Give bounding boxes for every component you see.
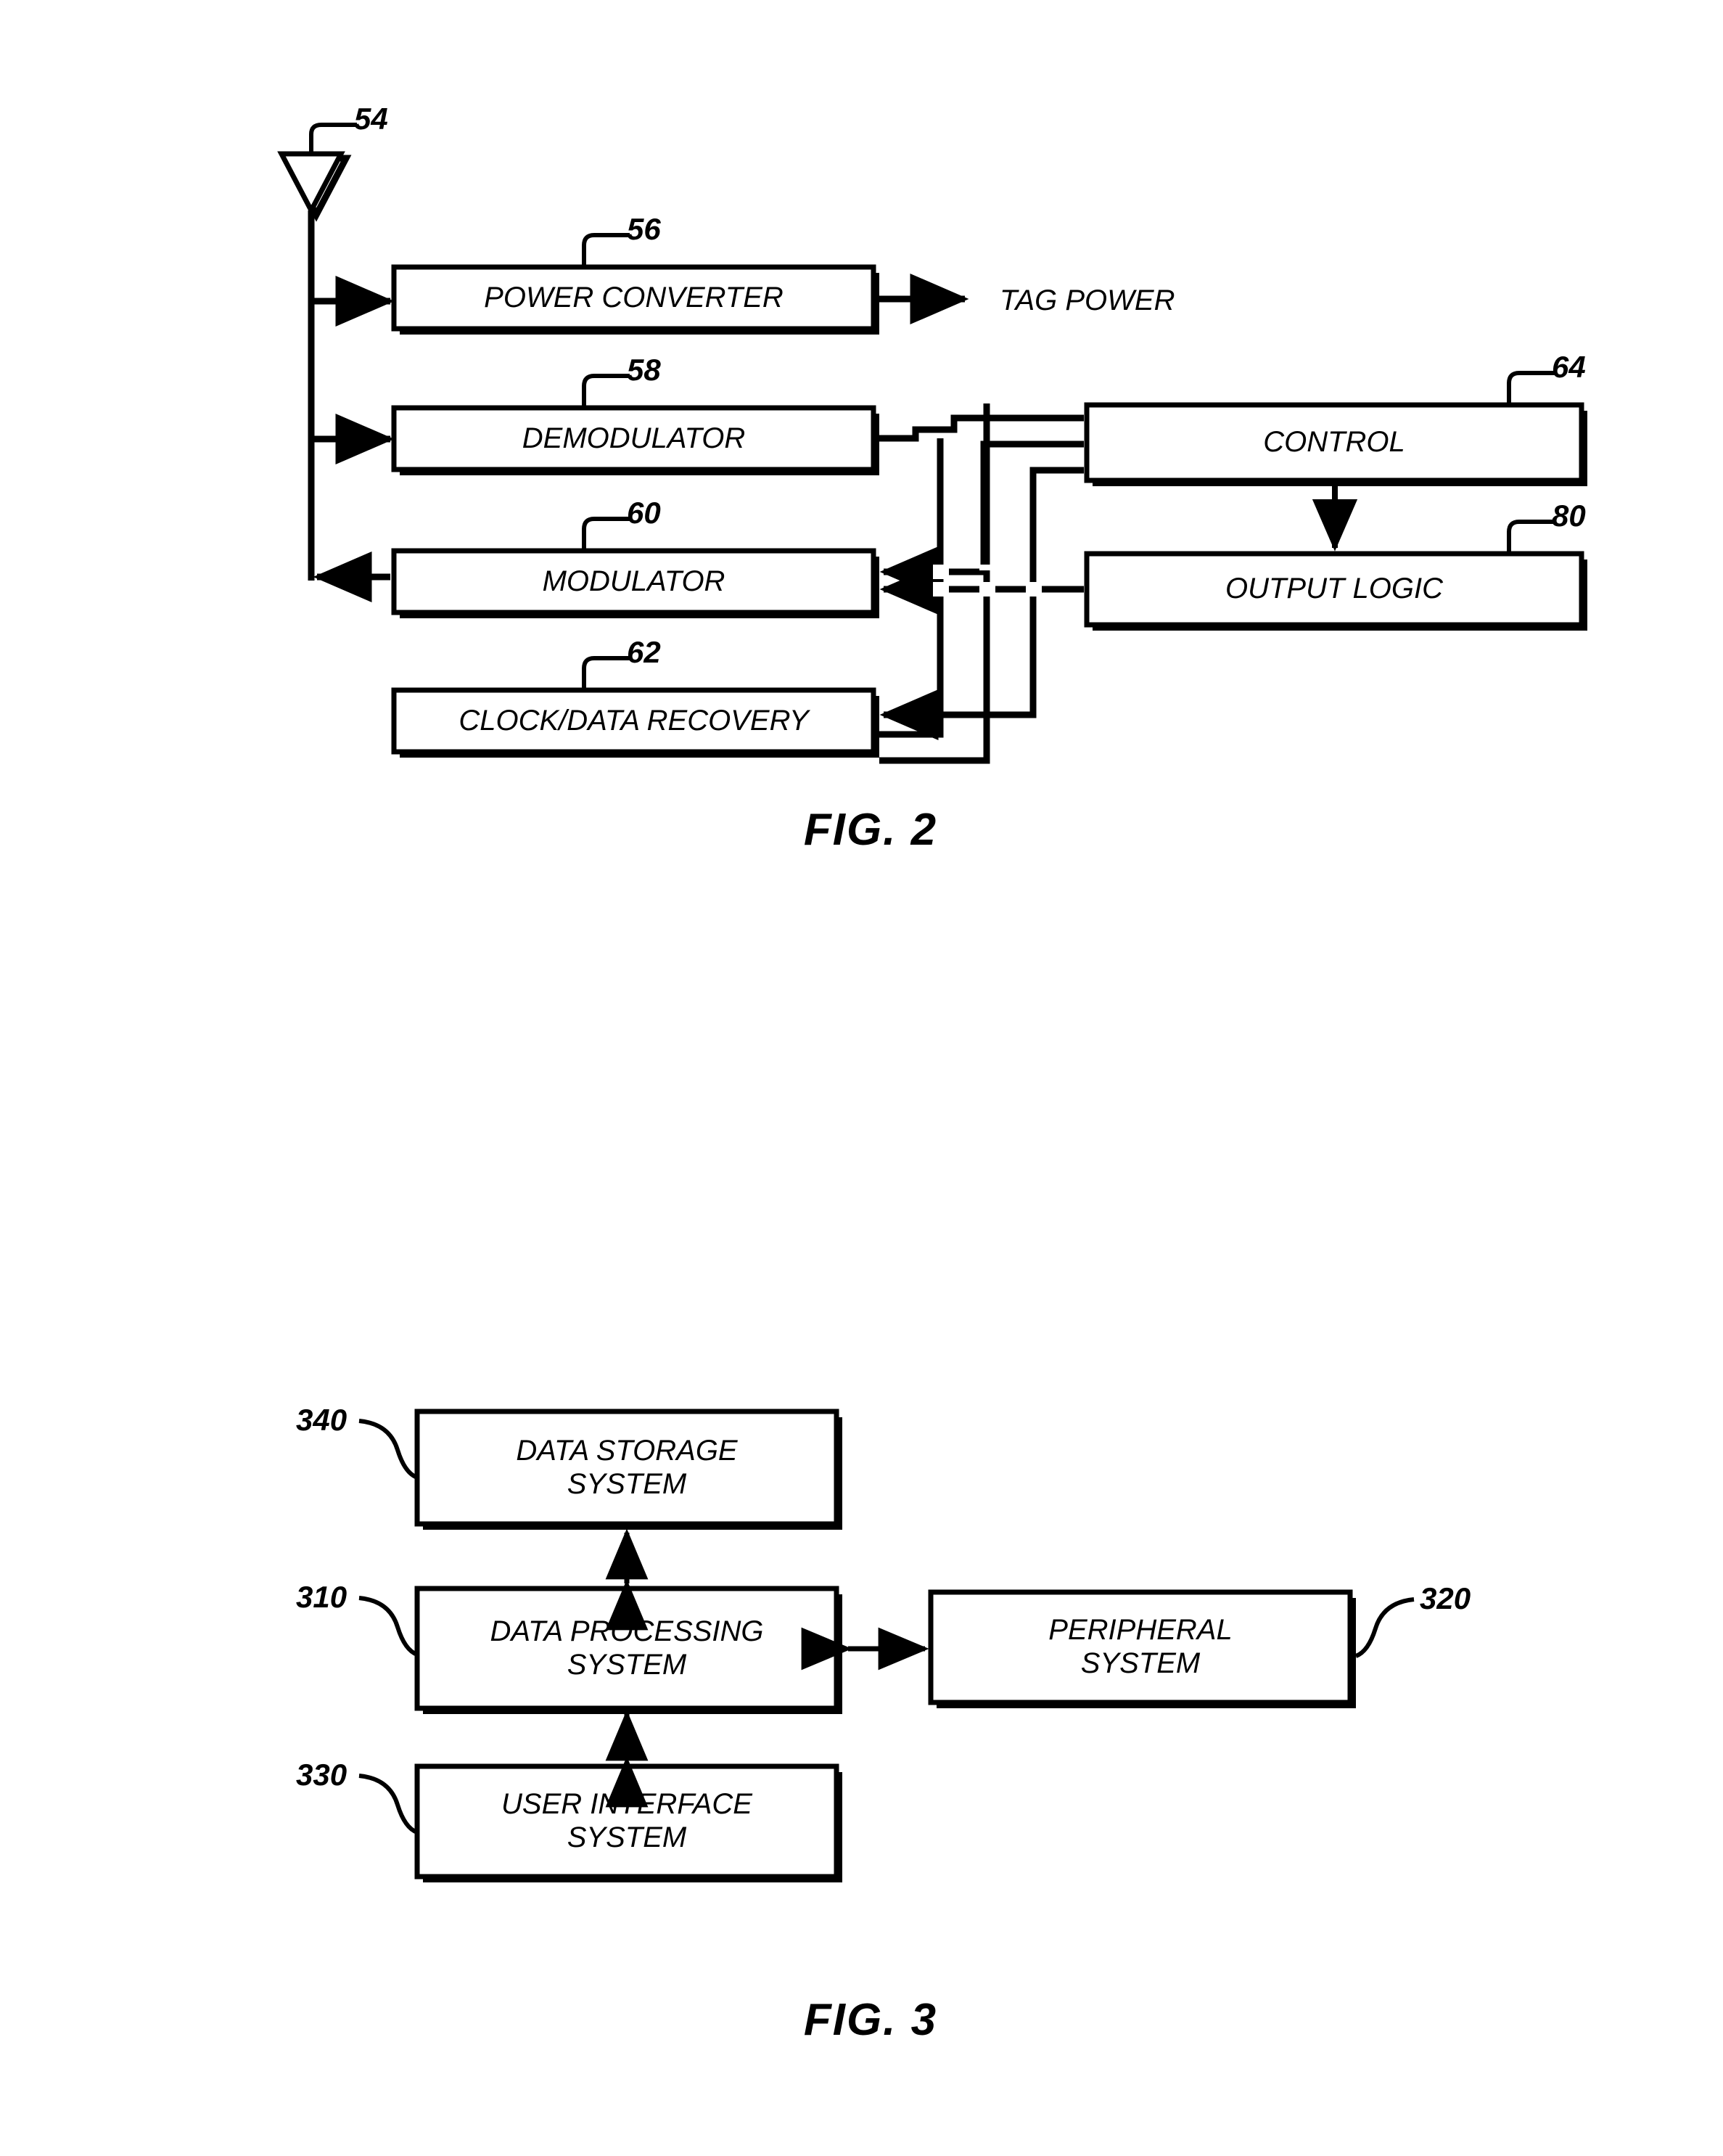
ref-320: 320 <box>1420 1581 1471 1615</box>
box-user-interface-system[interactable] <box>414 1763 842 1882</box>
ref-310: 310 <box>296 1580 348 1614</box>
box-power-converter[interactable] <box>391 264 879 335</box>
wire-crossing-gap <box>933 565 949 579</box>
wire-crossing-gap <box>979 565 995 570</box>
box-control[interactable] <box>1084 402 1587 486</box>
box-modulator[interactable] <box>391 548 879 618</box>
ref-80: 80 <box>1552 499 1586 533</box>
box-data-storage-system[interactable] <box>414 1409 842 1530</box>
ref-58: 58 <box>627 353 661 387</box>
box-output-logic[interactable] <box>1084 551 1587 631</box>
ref-60: 60 <box>627 496 661 530</box>
ref-330: 330 <box>296 1758 348 1792</box>
patent-drawing-canvas <box>0 0 1723 2156</box>
box-clock-data-recovery[interactable] <box>391 687 879 758</box>
tag-power-label: TAG POWER <box>1000 284 1175 316</box>
wire-crossing-gap <box>1026 582 1042 597</box>
wire-crossing-gap <box>933 582 949 597</box>
box-peripheral-system[interactable] <box>928 1589 1356 1708</box>
wire-crossing-gap <box>979 582 995 597</box>
ref-62: 62 <box>627 635 661 669</box>
ref-56: 56 <box>627 212 661 246</box>
ref-64: 64 <box>1552 350 1586 384</box>
box-data-processing-system[interactable] <box>414 1586 842 1714</box>
fig2-caption: FIG. 2 <box>803 805 938 855</box>
ref-340: 340 <box>296 1403 348 1437</box>
box-demodulator[interactable] <box>391 405 879 475</box>
fig3-caption: FIG. 3 <box>803 1995 938 2045</box>
ref-54: 54 <box>354 102 388 136</box>
